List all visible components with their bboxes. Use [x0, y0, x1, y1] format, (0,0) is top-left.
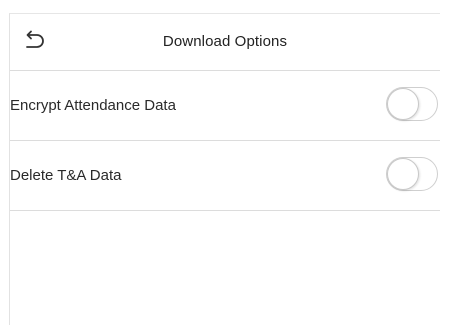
option-label: Delete T&A Data [10, 167, 122, 184]
option-row-encrypt-attendance-data[interactable]: Encrypt Attendance Data [10, 71, 440, 141]
delete-ta-data-toggle[interactable] [386, 157, 438, 191]
header-bar: Download Options [10, 14, 440, 71]
option-row-delete-ta-data[interactable]: Delete T&A Data [10, 141, 440, 211]
empty-area [10, 211, 440, 327]
page-title: Download Options [162, 33, 288, 50]
download-options-screen: Download Options Encrypt Attendance Data… [9, 13, 440, 327]
option-label: Encrypt Attendance Data [10, 97, 176, 114]
encrypt-attendance-data-toggle[interactable] [386, 87, 438, 121]
toggle-knob [387, 88, 419, 120]
toggle-knob [387, 158, 419, 190]
